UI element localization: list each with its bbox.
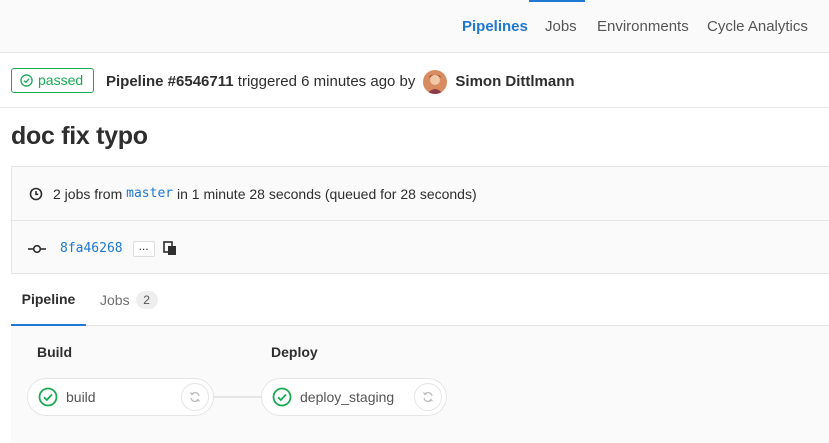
pipeline-tabs: Pipeline Jobs 2	[11, 274, 829, 326]
stage-title-build: Build	[37, 344, 72, 360]
pipeline-info-box: 2 jobs from master in 1 minute 28 second…	[11, 166, 829, 274]
nav-tab-pipelines[interactable]: Pipelines	[462, 0, 528, 53]
nav-tab-cycle-analytics[interactable]: Cycle Analytics	[707, 0, 808, 53]
jobs-count-badge: 2	[135, 291, 158, 309]
commit-icon	[28, 244, 46, 253]
check-circle-icon	[20, 74, 33, 87]
commit-sha-link[interactable]: 8fa46268	[60, 241, 123, 256]
job-name: build	[66, 389, 96, 405]
triggered-text: triggered 6 minutes ago by	[233, 73, 416, 90]
expand-commit-button[interactable]: ...	[132, 240, 155, 257]
avatar[interactable]	[423, 70, 448, 94]
page-title: doc fix typo	[11, 122, 148, 150]
job-build[interactable]: build	[27, 378, 214, 416]
top-nav: Pipelines Jobs Environments Cycle Analyt…	[0, 0, 829, 53]
job-deploy-staging[interactable]: deploy_staging	[261, 378, 447, 416]
success-icon	[272, 387, 292, 407]
retry-icon	[190, 392, 200, 402]
branch-link[interactable]: master	[126, 186, 173, 201]
author-link[interactable]: Simon Dittlmann	[455, 72, 574, 92]
pipeline-header: passed Pipeline #6546711 triggered 6 min…	[0, 53, 829, 108]
success-icon	[38, 387, 58, 407]
pipeline-graph: Build Deploy build deploy_staging	[11, 326, 829, 443]
status-label: passed	[38, 72, 84, 88]
retry-button[interactable]	[181, 383, 209, 411]
stage-connector	[214, 396, 264, 398]
tab-pipeline[interactable]: Pipeline	[11, 274, 86, 326]
nav-tab-environments[interactable]: Environments	[597, 0, 689, 53]
pipeline-duration-row: 2 jobs from master in 1 minute 28 second…	[12, 167, 829, 221]
commit-row: 8fa46268 ...	[12, 222, 829, 275]
stage-title-deploy: Deploy	[271, 344, 318, 360]
job-name: deploy_staging	[300, 389, 395, 405]
tab-jobs[interactable]: Jobs 2	[100, 274, 158, 326]
status-badge[interactable]: passed	[11, 68, 95, 93]
clock-icon	[29, 187, 43, 200]
jobs-prefix: 2 jobs from	[53, 185, 127, 202]
copy-icon[interactable]	[162, 241, 177, 256]
pipeline-meta: Pipeline #6546711 triggered 6 minutes ag…	[106, 70, 575, 94]
retry-icon	[423, 392, 433, 402]
retry-button[interactable]	[414, 383, 442, 411]
nav-tab-jobs[interactable]: Jobs	[545, 0, 577, 53]
tab-jobs-label: Jobs	[100, 292, 130, 308]
pipeline-id: Pipeline #6546711	[106, 73, 234, 90]
duration-text: in 1 minute 28 seconds (queued for 28 se…	[173, 185, 477, 202]
